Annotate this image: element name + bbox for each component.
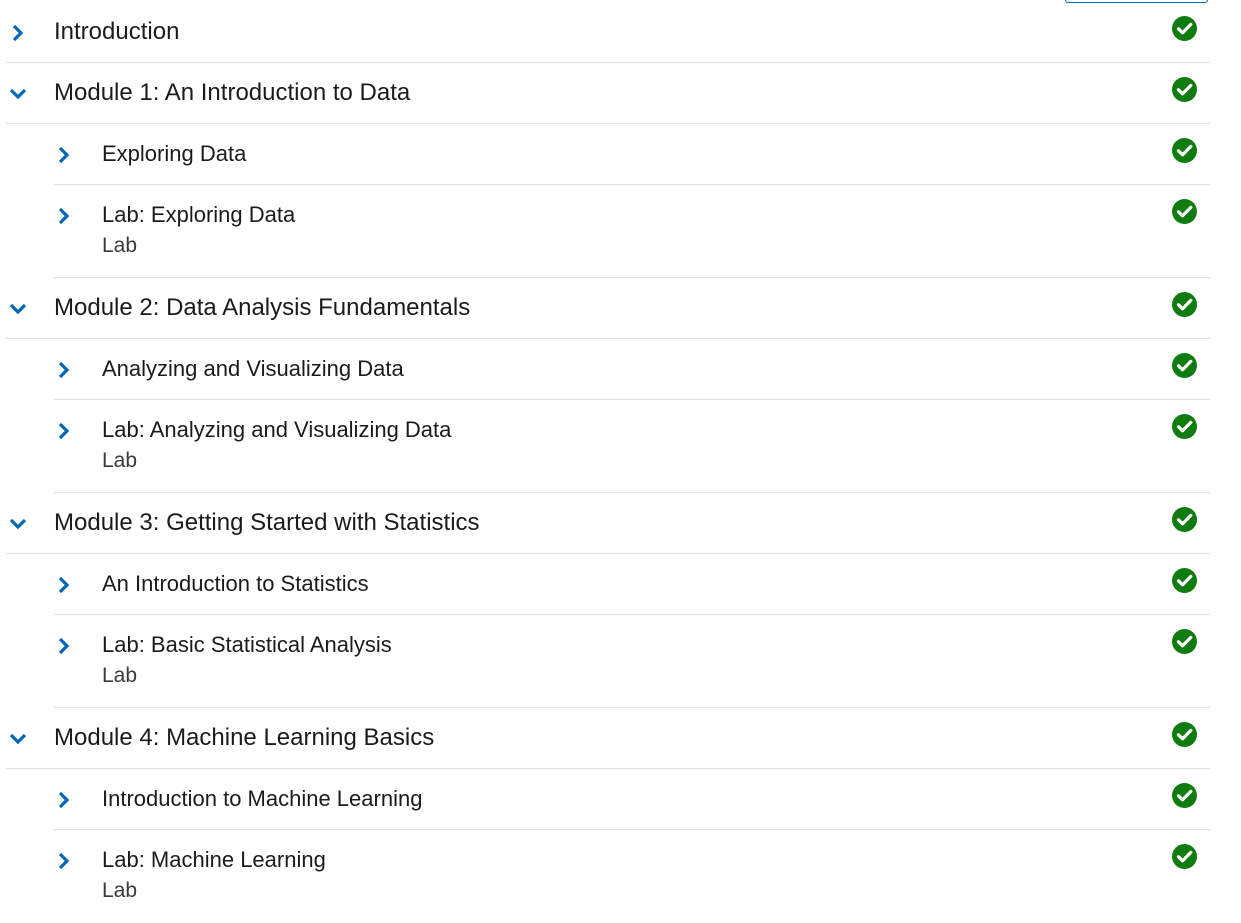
chevron-right-icon[interactable] xyxy=(54,851,74,871)
check-circle-icon xyxy=(1171,413,1198,440)
chevron-down-icon[interactable] xyxy=(8,84,28,104)
chevron-right-icon[interactable] xyxy=(54,421,74,441)
unit-row[interactable]: Lab: Machine Learning Lab xyxy=(54,830,1210,923)
unit-row[interactable]: Lab: Basic Statistical Analysis Lab xyxy=(54,615,1210,708)
check-circle-icon xyxy=(1171,198,1198,225)
check-circle-icon xyxy=(1171,721,1198,748)
module-title[interactable]: Module 1: An Introduction to Data xyxy=(54,77,410,109)
module-row[interactable]: Module 4: Machine Learning Basics xyxy=(6,708,1210,769)
unit-type-label: Lab xyxy=(102,664,138,687)
unit-title[interactable]: Lab: Analyzing and Visualizing Data xyxy=(102,414,451,446)
unit-title[interactable]: Lab: Exploring Data xyxy=(102,199,295,231)
module-row[interactable]: Module 3: Getting Started with Statistic… xyxy=(6,493,1210,554)
chevron-right-icon[interactable] xyxy=(54,636,74,656)
chevron-down-icon[interactable] xyxy=(8,299,28,319)
check-circle-icon xyxy=(1171,782,1198,809)
unit-title[interactable]: Exploring Data xyxy=(102,138,246,170)
chevron-right-icon[interactable] xyxy=(54,790,74,810)
unit-type-label: Lab xyxy=(102,449,138,472)
module-row[interactable]: Module 2: Data Analysis Fundamentals xyxy=(6,278,1210,339)
check-circle-icon xyxy=(1171,137,1198,164)
check-circle-icon xyxy=(1171,506,1198,533)
unit-title[interactable]: Lab: Machine Learning xyxy=(102,844,326,876)
module-row[interactable]: Introduction xyxy=(6,2,1210,63)
check-circle-icon xyxy=(1171,628,1198,655)
chevron-right-icon[interactable] xyxy=(54,360,74,380)
unit-title[interactable]: An Introduction to Statistics xyxy=(102,568,369,600)
chevron-right-icon[interactable] xyxy=(54,206,74,226)
chevron-down-icon[interactable] xyxy=(8,729,28,749)
module-title[interactable]: Module 2: Data Analysis Fundamentals xyxy=(54,292,470,324)
module-title[interactable]: Module 4: Machine Learning Basics xyxy=(54,722,434,754)
chevron-right-icon[interactable] xyxy=(54,575,74,595)
chevron-right-icon[interactable] xyxy=(54,145,74,165)
unit-type-label: Lab xyxy=(102,879,138,902)
check-circle-icon xyxy=(1171,291,1198,318)
unit-row[interactable]: An Introduction to Statistics xyxy=(54,554,1210,615)
unit-type-label: Lab xyxy=(102,234,138,257)
module-row[interactable]: Module 1: An Introduction to Data xyxy=(6,63,1210,124)
check-circle-icon xyxy=(1171,76,1198,103)
course-outline: Introduction Module 1: An Introduction to… xyxy=(0,2,1241,923)
chevron-down-icon[interactable] xyxy=(8,514,28,534)
check-circle-icon xyxy=(1171,843,1198,870)
unit-title[interactable]: Introduction to Machine Learning xyxy=(102,783,422,815)
unit-row[interactable]: Lab: Analyzing and Visualizing Data Lab xyxy=(54,400,1210,493)
unit-row[interactable]: Exploring Data xyxy=(54,124,1210,185)
unit-row[interactable]: Analyzing and Visualizing Data xyxy=(54,339,1210,400)
check-circle-icon xyxy=(1171,15,1198,42)
chevron-right-icon[interactable] xyxy=(8,23,28,43)
module-title[interactable]: Introduction xyxy=(54,16,179,48)
unit-title[interactable]: Analyzing and Visualizing Data xyxy=(102,353,404,385)
check-circle-icon xyxy=(1171,567,1198,594)
check-circle-icon xyxy=(1171,352,1198,379)
unit-row[interactable]: Introduction to Machine Learning xyxy=(54,769,1210,830)
module-title[interactable]: Module 3: Getting Started with Statistic… xyxy=(54,507,480,539)
unit-row[interactable]: Lab: Exploring Data Lab xyxy=(54,185,1210,278)
unit-title[interactable]: Lab: Basic Statistical Analysis xyxy=(102,629,392,661)
